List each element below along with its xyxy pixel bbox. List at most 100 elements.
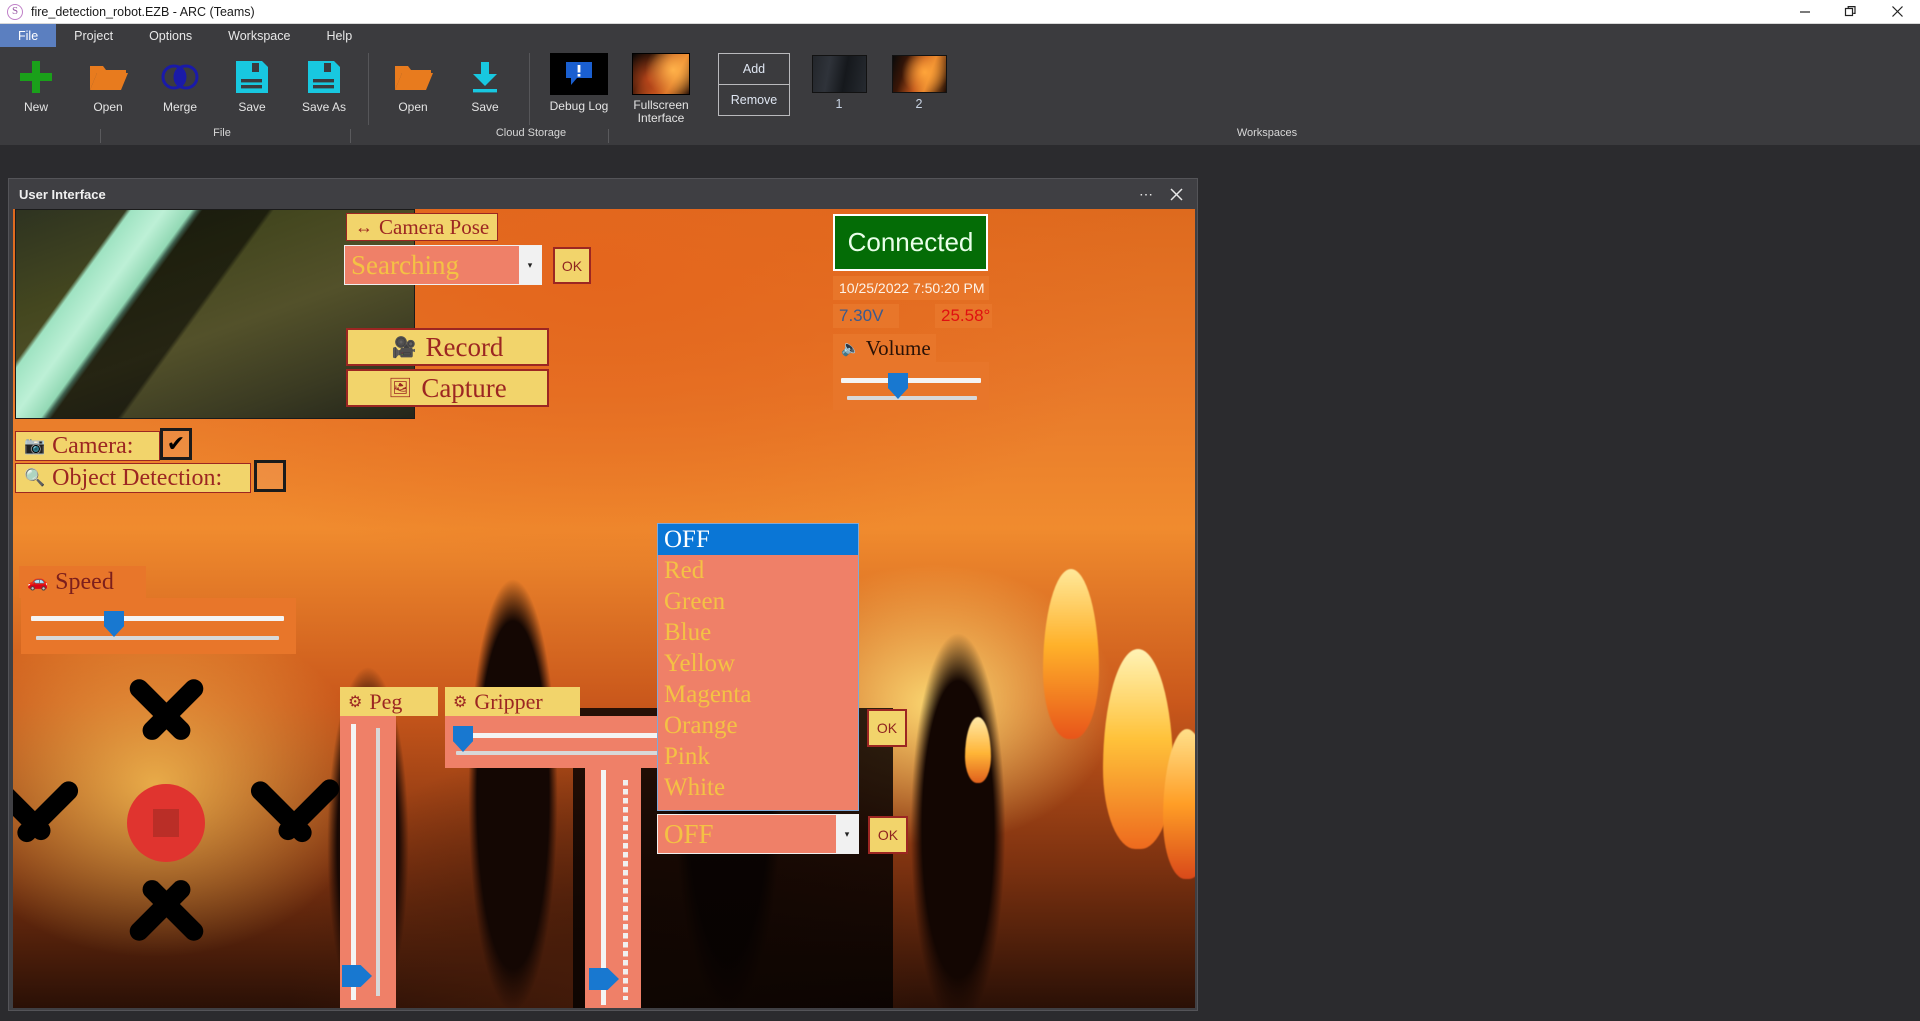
fullscreen-thumbnail-icon bbox=[632, 53, 690, 95]
workspace-thumb-2[interactable]: 2 bbox=[888, 47, 950, 131]
cloud-open-label: Open bbox=[398, 101, 427, 114]
object-detection-checkbox[interactable] bbox=[254, 460, 286, 492]
folder-open-icon bbox=[88, 53, 128, 101]
panel-more-button[interactable]: ⋯ bbox=[1131, 179, 1161, 209]
volume-slider[interactable] bbox=[833, 362, 989, 410]
workspace-thumb-1-label: 1 bbox=[836, 97, 843, 111]
gripper-slider-vertical[interactable] bbox=[585, 768, 641, 1008]
debug-log-button[interactable]: Debug Log bbox=[538, 47, 620, 131]
fullscreen-interface-button[interactable]: Fullscreen Interface bbox=[620, 47, 702, 131]
color-option-orange[interactable]: Orange bbox=[658, 710, 858, 741]
peg-slider[interactable] bbox=[340, 716, 396, 1008]
app-logo-icon: S bbox=[7, 4, 23, 20]
speed-slider[interactable] bbox=[21, 598, 296, 654]
record-button[interactable]: 🎥 Record bbox=[346, 328, 549, 366]
flame-shape bbox=[1043, 569, 1099, 739]
save-button-label: Save bbox=[238, 101, 265, 114]
menu-item-options[interactable]: Options bbox=[131, 24, 210, 47]
color-option-magenta[interactable]: Magenta bbox=[658, 679, 858, 710]
speed-label: 🚗 Speed bbox=[19, 566, 146, 598]
menu-item-project[interactable]: Project bbox=[56, 24, 131, 47]
workspace-remove-button[interactable]: Remove bbox=[719, 85, 789, 115]
fullscreen-interface-label: Fullscreen Interface bbox=[620, 99, 702, 125]
save-button[interactable]: Save bbox=[216, 47, 288, 131]
color-dropdown-list[interactable]: OFF Red Green Blue Yellow Magenta Orange… bbox=[657, 523, 859, 811]
camera-checkbox[interactable]: ✔ bbox=[160, 428, 192, 460]
cloud-open-button[interactable]: Open bbox=[377, 47, 449, 131]
color-option-yellow[interactable]: Yellow bbox=[658, 648, 858, 679]
status-temperature: 25.58° bbox=[935, 304, 992, 328]
speaker-icon: 🔈 bbox=[841, 339, 860, 358]
cloud-save-button[interactable]: Save bbox=[449, 47, 521, 131]
open-button[interactable]: Open bbox=[72, 47, 144, 131]
color-option-off[interactable]: OFF bbox=[658, 524, 858, 555]
camera-checkbox-row[interactable]: 📷 Camera: bbox=[15, 431, 160, 461]
merge-button[interactable]: Merge bbox=[144, 47, 216, 131]
floppy-disk-icon bbox=[307, 53, 341, 101]
camera-pose-ok-button[interactable]: OK bbox=[553, 247, 591, 284]
color-option-red[interactable]: Red bbox=[658, 555, 858, 586]
chevron-down-icon[interactable]: ▾ bbox=[836, 815, 858, 853]
new-button[interactable]: New bbox=[0, 47, 72, 131]
panel-close-button[interactable] bbox=[1161, 179, 1191, 209]
menu-item-workspace[interactable]: Workspace bbox=[210, 24, 308, 47]
workspace-add-button[interactable]: Add bbox=[719, 54, 789, 84]
save-as-button-label: Save As bbox=[302, 101, 346, 114]
gripper-label: ⚙ Gripper bbox=[445, 687, 580, 716]
ribbon-divider bbox=[368, 53, 369, 125]
stop-square-icon bbox=[153, 809, 179, 837]
group-label-workspaces: Workspaces bbox=[1237, 127, 1297, 139]
minimize-button[interactable] bbox=[1782, 0, 1828, 24]
open-button-label: Open bbox=[93, 101, 122, 114]
dpad-up-button[interactable] bbox=[107, 682, 225, 744]
group-label-file: File bbox=[213, 127, 231, 139]
color-dropdown-ok-button[interactable]: OK bbox=[868, 816, 908, 854]
peg-slider-thumb[interactable] bbox=[342, 965, 372, 987]
connection-status-badge: Connected bbox=[833, 214, 988, 271]
cloud-save-label: Save bbox=[471, 101, 498, 114]
menubar: File Project Options Workspace Help bbox=[0, 24, 1920, 47]
dpad-right-button[interactable] bbox=[225, 756, 289, 872]
record-button-label: Record bbox=[425, 332, 503, 363]
video-camera-icon: 🎥 bbox=[392, 335, 417, 360]
interface-canvas: ↔ Camera Pose Searching ▾ OK 🎥 Record 🖼 … bbox=[13, 209, 1195, 1008]
capture-button-label: Capture bbox=[421, 373, 506, 404]
camera-icon: 📷 bbox=[24, 436, 45, 456]
dpad-left-button[interactable] bbox=[41, 756, 105, 872]
plus-icon bbox=[17, 53, 55, 101]
color-option-green[interactable]: Green bbox=[658, 586, 858, 617]
save-as-button[interactable]: Save As bbox=[288, 47, 360, 131]
chevron-down-icon[interactable]: ▾ bbox=[519, 246, 541, 284]
dpad-stop-button[interactable] bbox=[127, 784, 205, 862]
maximize-button[interactable] bbox=[1828, 0, 1874, 24]
color-option-white[interactable]: White bbox=[658, 772, 858, 803]
color-option-pink[interactable]: Pink bbox=[658, 741, 858, 772]
camera-pose-label: ↔ Camera Pose bbox=[346, 213, 498, 241]
user-interface-panel: User Interface ⋯ ↔ Camera P bbox=[8, 178, 1198, 1011]
object-detection-label: Object Detection: bbox=[52, 465, 222, 492]
workspace-add-remove-group: Add Remove bbox=[718, 53, 790, 116]
group-label-cloud-storage: Cloud Storage bbox=[496, 127, 566, 139]
magnifier-icon: 🔍 bbox=[24, 468, 45, 488]
dpad-down-button[interactable] bbox=[107, 876, 225, 938]
workspace-thumb-1[interactable]: 1 bbox=[808, 47, 870, 131]
gripper-v-thumb[interactable] bbox=[589, 968, 619, 990]
secondary-ok-button[interactable]: OK bbox=[867, 709, 907, 747]
color-dropdown-combo[interactable]: OFF ▾ bbox=[657, 814, 859, 854]
capture-button[interactable]: 🖼 Capture bbox=[346, 369, 549, 407]
menu-item-help[interactable]: Help bbox=[308, 24, 370, 47]
new-button-label: New bbox=[24, 101, 48, 114]
speed-slider-thumb[interactable] bbox=[104, 611, 124, 637]
checkmark-icon: ✔ bbox=[167, 433, 185, 455]
object-detection-row[interactable]: 🔍 Object Detection: bbox=[15, 463, 251, 493]
gripper-slider-horizontal[interactable] bbox=[445, 716, 691, 768]
peg-label: ⚙ Peg bbox=[340, 687, 438, 716]
menu-item-file[interactable]: File bbox=[0, 24, 56, 47]
movement-dpad[interactable] bbox=[21, 658, 311, 956]
workspace-thumb-2-label: 2 bbox=[916, 97, 923, 111]
close-button[interactable] bbox=[1874, 0, 1920, 24]
color-option-blue[interactable]: Blue bbox=[658, 617, 858, 648]
camera-pose-combo[interactable]: Searching ▾ bbox=[344, 245, 542, 285]
gripper-h-thumb[interactable] bbox=[453, 726, 473, 752]
panel-header-buttons: ⋯ bbox=[1131, 179, 1191, 209]
